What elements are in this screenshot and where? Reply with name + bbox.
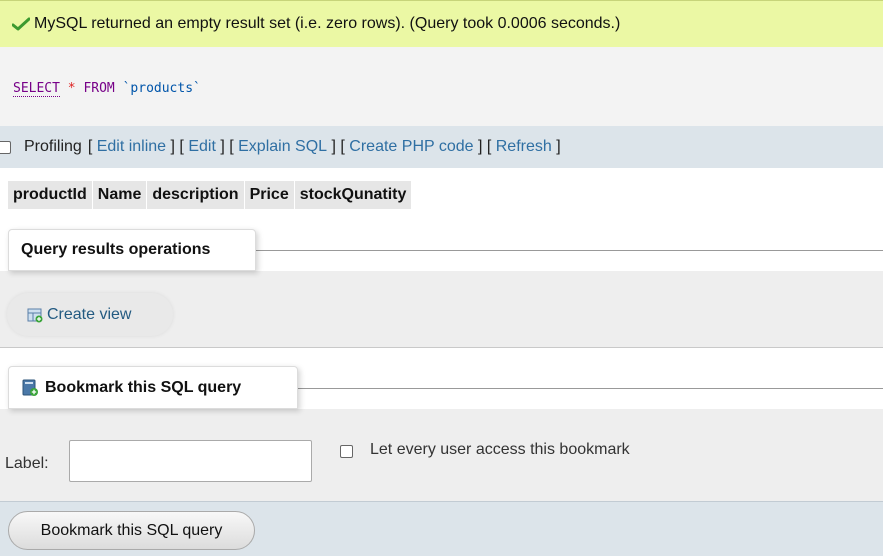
query-results-page: MySQL returned an empty result set (i.e.… bbox=[0, 0, 883, 556]
sql-keyword-select[interactable]: SELECT bbox=[13, 81, 60, 97]
access-bookmark-label: Let every user access this bookmark bbox=[370, 441, 630, 458]
sql-query-display: SELECT * FROM `products` bbox=[0, 47, 883, 126]
create-view-label: Create view bbox=[47, 305, 132, 323]
bookmark-submit-label: Bookmark this SQL query bbox=[40, 521, 223, 539]
operations-legend: Query results operations bbox=[8, 229, 256, 271]
column-header-name[interactable]: Name bbox=[92, 181, 147, 209]
profiling-checkbox[interactable] bbox=[0, 140, 11, 154]
bookmark-divider bbox=[298, 388, 883, 389]
create-view-icon bbox=[27, 308, 43, 322]
sql-keyword-from: FROM bbox=[83, 81, 115, 96]
profiling-label: Profiling bbox=[24, 138, 82, 155]
bookmark-legend: Bookmark this SQL query bbox=[8, 366, 298, 409]
operations-bottom-divider bbox=[0, 347, 883, 348]
explain-sql-link[interactable]: Explain SQL bbox=[238, 138, 327, 156]
bookmark-submit-button[interactable]: Bookmark this SQL query bbox=[8, 511, 255, 550]
create-view-button[interactable]: Create view bbox=[7, 293, 173, 336]
operations-divider bbox=[256, 250, 883, 251]
edit-link[interactable]: Edit bbox=[188, 138, 216, 156]
create-php-code-link[interactable]: Create PHP code bbox=[349, 138, 473, 156]
access-bookmark-checkbox[interactable] bbox=[340, 445, 353, 458]
sql-star: * bbox=[67, 81, 76, 96]
refresh-link[interactable]: Refresh bbox=[496, 138, 552, 156]
result-column-headers: productId Name description Price stockQu… bbox=[8, 181, 412, 209]
checkmark-icon bbox=[12, 17, 30, 31]
column-header-description[interactable]: description bbox=[147, 181, 244, 209]
column-header-productid[interactable]: productId bbox=[8, 181, 92, 209]
success-message: MySQL returned an empty result set (i.e.… bbox=[0, 0, 883, 47]
bookmark-title: Bookmark this SQL query bbox=[45, 378, 242, 396]
column-header-stockqunatity[interactable]: stockQunatity bbox=[294, 181, 412, 209]
sql-table-name: `products` bbox=[122, 81, 201, 96]
operations-title: Query results operations bbox=[21, 241, 211, 258]
column-header-price[interactable]: Price bbox=[244, 181, 294, 209]
success-text: MySQL returned an empty result set (i.e.… bbox=[34, 15, 621, 32]
bookmark-label-input[interactable] bbox=[69, 440, 312, 482]
bookmark-icon bbox=[22, 379, 38, 396]
bookmark-label-text: Label: bbox=[5, 455, 49, 472]
edit-inline-link[interactable]: Edit inline bbox=[97, 138, 166, 156]
profiling-bar: Profiling [ Edit inline ] [ Edit ] [ Exp… bbox=[0, 126, 883, 168]
